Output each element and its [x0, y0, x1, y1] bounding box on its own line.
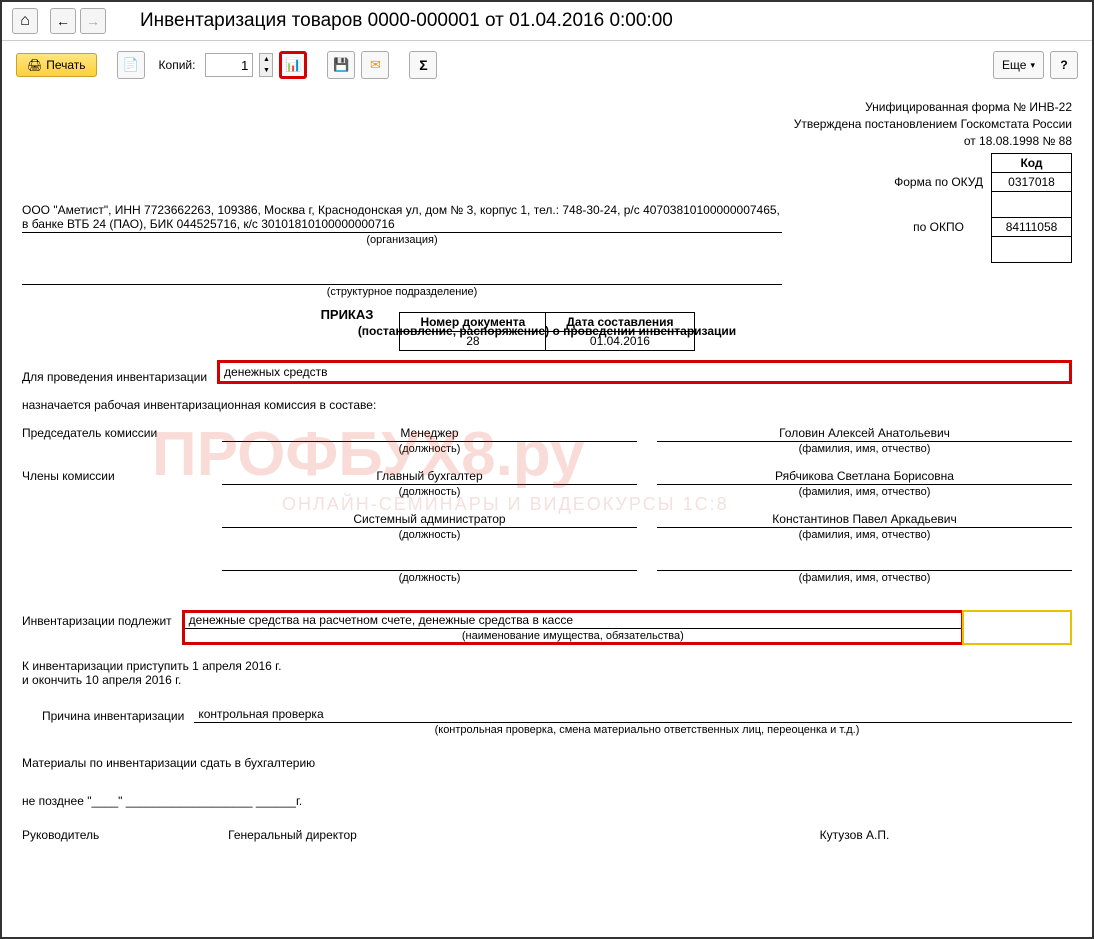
copies-spinner[interactable]: ▲▼	[259, 53, 273, 77]
subject-value: денежные средства на расчетном счете, де…	[185, 613, 961, 629]
export-button[interactable]	[279, 51, 307, 79]
forward-icon	[86, 13, 100, 29]
materials-line: Материалы по инвентаризации сдать в бухг…	[22, 756, 1072, 770]
preview-icon	[122, 57, 138, 73]
chairman-pos: Менеджер	[222, 426, 637, 442]
org-sub: (организация)	[22, 234, 782, 246]
head-label: Руководитель	[22, 828, 142, 842]
sum-icon	[419, 57, 427, 73]
printer-icon	[27, 58, 42, 72]
form-ref-2: Утверждена постановлением Госкомстата Ро…	[22, 116, 1072, 133]
spinner-down[interactable]: ▼	[260, 65, 272, 76]
chairman-label: Председатель комиссии	[22, 426, 202, 455]
org-text: ООО "Аметист", ИНН 7723662263, 109386, М…	[22, 203, 782, 233]
okpo-label: по ОКПО	[886, 218, 991, 237]
okud-value: 0317018	[992, 173, 1072, 192]
spinner-up[interactable]: ▲	[260, 54, 272, 65]
more-button[interactable]: Еще	[993, 51, 1044, 79]
reason-sub: (контрольная проверка, смена материально…	[222, 724, 1072, 736]
mail-button[interactable]	[361, 51, 389, 79]
okpo-value: 84111058	[992, 218, 1072, 237]
print-button[interactable]: Печать	[16, 53, 97, 77]
preview-button[interactable]	[117, 51, 145, 79]
okud-label: Форма по ОКУД	[886, 173, 991, 192]
copies-label: Копий:	[159, 58, 196, 72]
members-label: Члены комиссии	[22, 469, 202, 498]
chairman-name: Головин Алексей Анатольевич	[657, 426, 1072, 442]
save-button[interactable]	[327, 51, 355, 79]
inv-for-value: денежных средств	[217, 360, 1072, 384]
back-icon	[56, 13, 70, 29]
reason-value: контрольная проверка	[194, 707, 1072, 723]
forward-button	[80, 8, 106, 34]
sum-button[interactable]	[409, 51, 437, 79]
commission-intro: назначается рабочая инвентаризационная к…	[22, 398, 1072, 412]
subject-sub: (наименование имущества, обязательства)	[185, 630, 961, 642]
help-icon	[1060, 58, 1067, 72]
form-ref-1: Унифицированная форма № ИНВ-22	[22, 99, 1072, 116]
code-header: Код	[992, 154, 1072, 173]
order-title: ПРИКАЗ	[2, 307, 1072, 322]
document-viewport[interactable]: ПРОФБУХ8.ру ОНЛАЙН-СЕМИНАРЫ И ВИДЕОКУРСЫ…	[2, 89, 1092, 924]
form-ref-3: от 18.08.1998 № 88	[22, 133, 1072, 150]
member2-pos: Системный администратор	[222, 512, 637, 528]
start-line: К инвентаризации приступить 1 апреля 201…	[22, 659, 1072, 673]
member1-name: Рябчикова Светлана Борисовна	[657, 469, 1072, 485]
code-table: Код Форма по ОКУД0317018 по ОКПО84111058	[886, 153, 1072, 263]
head-pos: Генеральный директор	[162, 828, 423, 842]
member1-pos: Главный бухгалтер	[222, 469, 637, 485]
end-line: и окончить 10 апреля 2016 г.	[22, 673, 1072, 687]
home-icon	[20, 12, 30, 30]
mail-icon	[370, 57, 381, 73]
home-button[interactable]	[12, 8, 38, 34]
subject-label: Инвентаризации подлежит	[22, 610, 172, 628]
save-icon	[333, 57, 349, 73]
head-name: Кутузов А.П.	[637, 828, 1072, 842]
copies-input[interactable]	[205, 53, 253, 77]
help-button[interactable]	[1050, 51, 1078, 79]
inv-for-label: Для проведения инвентаризации	[22, 370, 207, 384]
order-subtitle: (постановление, распоряжение) о проведен…	[22, 324, 1072, 338]
member2-name: Константинов Павел Аркадьевич	[657, 512, 1072, 528]
window-title: Инвентаризация товаров 0000-000001 от 01…	[140, 10, 673, 32]
deadline-line: не позднее "____" ___________________ __…	[22, 794, 1072, 808]
back-button[interactable]	[50, 8, 76, 34]
reason-label: Причина инвентаризации	[42, 709, 184, 723]
export-icon	[285, 57, 301, 73]
unit-sub: (структурное подразделение)	[22, 286, 782, 298]
